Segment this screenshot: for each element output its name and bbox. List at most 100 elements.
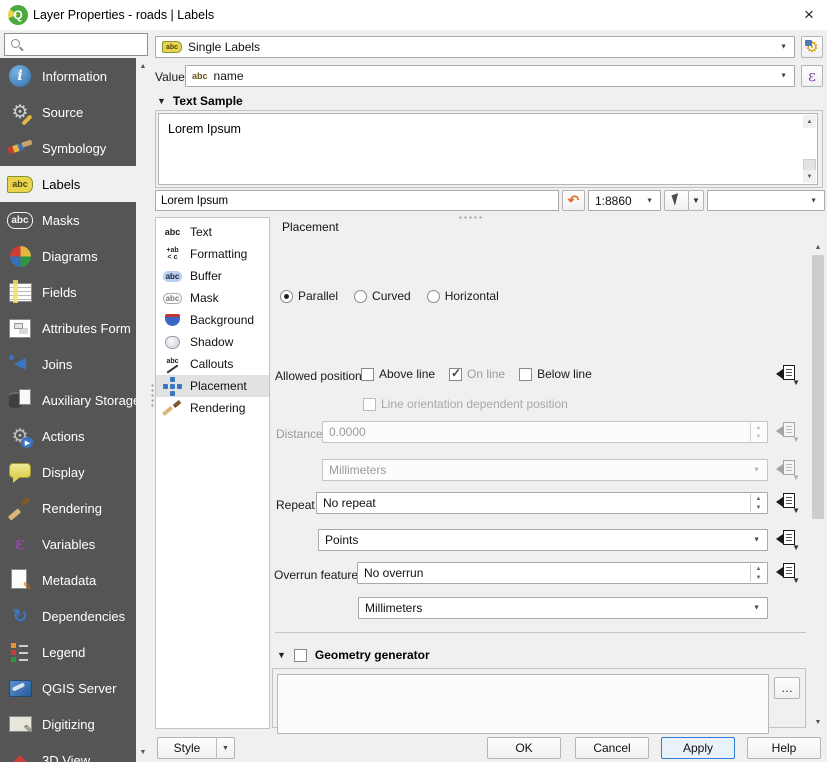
sidebar-item[interactable]: QGIS Server — [0, 670, 136, 706]
label-settings-tab[interactable]: Buffer — [156, 265, 269, 287]
placement-scrollbar[interactable]: ▲ ▼ — [811, 240, 825, 730]
data-defined-override-button[interactable]: ▼ — [775, 365, 800, 385]
sidebar-item[interactable]: Digitizing — [0, 706, 136, 742]
label-settings-tab[interactable]: Formatting — [156, 243, 269, 265]
scrollbar-thumb[interactable] — [812, 255, 824, 519]
preview-background-combo[interactable] — [707, 190, 825, 211]
sidebar-item-label: Legend — [42, 645, 85, 660]
orientation-radio[interactable]: Curved — [354, 289, 411, 303]
tab-rendering-icon — [160, 399, 185, 417]
orientation-radio[interactable]: Parallel — [280, 289, 338, 303]
sidebar-item[interactable]: Variables — [0, 526, 136, 562]
sidebar-item[interactable]: Diagrams — [0, 238, 136, 274]
scroll-up-icon[interactable]: ▲ — [811, 240, 825, 255]
overrun-spinbox[interactable]: No overrun ▲▼ — [357, 562, 768, 584]
geometry-expression-area[interactable] — [277, 674, 769, 734]
sidebar-item[interactable]: Information — [0, 58, 136, 94]
expression-builder-button[interactable]: ε — [801, 65, 823, 87]
scroll-down-icon[interactable]: ▼ — [803, 170, 816, 183]
sidebar-item-label: 3D View — [42, 753, 90, 762]
label-settings-tab[interactable]: Mask — [156, 287, 269, 309]
line-orientation-checkbox[interactable]: Line orientation dependent position — [363, 397, 568, 411]
scroll-down-icon[interactable]: ▼ — [811, 715, 825, 730]
sidebar-item[interactable]: Dependencies — [0, 598, 136, 634]
sidebar-scrollbar[interactable]: ▲ ▼ — [136, 58, 150, 762]
sidebar-item[interactable]: Metadata — [0, 562, 136, 598]
sidebar-item[interactable]: Joins — [0, 346, 136, 382]
geometry-generator-checkbox[interactable] — [294, 649, 307, 662]
text-sample-header[interactable]: ▼ Text Sample — [157, 94, 243, 108]
cancel-button[interactable]: Cancel — [575, 737, 649, 759]
orientation-radio-group: Parallel Curved Horizontal — [280, 289, 499, 303]
label-settings-tab[interactable]: Text — [156, 221, 269, 243]
sidebar-item[interactable]: 3D View — [0, 742, 136, 762]
label-settings-tab[interactable]: Placement — [156, 375, 269, 397]
map-settings-button[interactable] — [664, 190, 689, 211]
spinner-arrows[interactable]: ▲▼ — [750, 423, 766, 441]
text-sample-preview: Lorem Ipsum ▲ ▼ — [158, 113, 818, 185]
ok-button[interactable]: OK — [487, 737, 561, 759]
allowed-position-checkbox[interactable]: On line — [449, 367, 505, 381]
sidebar-item[interactable]: Masks — [0, 202, 136, 238]
search-input[interactable] — [25, 34, 145, 55]
tab-text-icon — [160, 223, 185, 241]
collapse-triangle-icon[interactable]: ▼ — [277, 650, 286, 660]
sidebar-item[interactable]: Rendering — [0, 490, 136, 526]
cursor-icon — [671, 193, 681, 206]
scroll-up-icon[interactable]: ▲ — [803, 115, 816, 128]
sidebar-item[interactable]: Display — [0, 454, 136, 490]
label-settings-tab[interactable]: Callouts — [156, 353, 269, 375]
qgis-logo-icon: Q — [8, 5, 28, 25]
value-field-combo[interactable]: abc name — [185, 65, 795, 87]
sidebar-item[interactable]: Attributes Form — [0, 310, 136, 346]
label-settings-tab[interactable]: Shadow — [156, 331, 269, 353]
preview-scale-combo[interactable]: 1:8860 — [588, 190, 661, 211]
tab-shadow-icon — [160, 333, 185, 351]
sidebar-item[interactable]: Labels — [0, 166, 136, 202]
map-settings-dropdown[interactable]: ▼ — [688, 190, 704, 211]
sidebar-item[interactable]: Legend — [0, 634, 136, 670]
sidebar-item[interactable]: Symbology — [0, 130, 136, 166]
label-mode-combo[interactable]: abc Single Labels — [155, 36, 795, 58]
label-mode-value: Single Labels — [188, 40, 260, 54]
help-button[interactable]: Help — [747, 737, 821, 759]
allowed-position-checkbox[interactable]: Below line — [519, 367, 592, 381]
scroll-up-icon[interactable]: ▲ — [136, 58, 150, 74]
qgis-server-icon — [7, 675, 33, 701]
data-defined-override-button[interactable]: ▼ — [775, 493, 800, 513]
distance-spinbox[interactable]: 0.0000 ▲▼ — [322, 421, 768, 443]
repeat-unit-combo[interactable]: Points — [318, 529, 768, 551]
spinner-arrows[interactable]: ▲▼ — [750, 564, 766, 582]
tab-mask-icon — [160, 289, 185, 307]
splitter-handle[interactable] — [458, 215, 484, 220]
apply-button[interactable]: Apply — [661, 737, 735, 759]
data-defined-override-button[interactable]: ▼ — [775, 530, 800, 550]
orientation-radio[interactable]: Horizontal — [427, 289, 499, 303]
sidebar-item[interactable]: Actions — [0, 418, 136, 454]
overrun-unit-combo[interactable]: Millimeters — [358, 597, 768, 619]
sidebar-item[interactable]: Source — [0, 94, 136, 130]
sidebar-item[interactable]: Auxiliary Storage — [0, 382, 136, 418]
label-settings-tab[interactable]: Rendering — [156, 397, 269, 419]
sidebar-item[interactable]: Fields — [0, 274, 136, 310]
distance-unit-combo[interactable]: Millimeters — [322, 459, 768, 481]
sample-text-input[interactable] — [155, 190, 559, 211]
reset-sample-button[interactable]: ↶ — [562, 190, 585, 211]
tab-label: Background — [190, 313, 254, 327]
repeat-spinbox[interactable]: No repeat ▲▼ — [316, 492, 768, 514]
automated-placement-settings-button[interactable] — [801, 36, 823, 58]
expression-more-button[interactable]: … — [774, 677, 800, 699]
tab-label: Formatting — [190, 247, 247, 261]
label-settings-tab[interactable]: Background — [156, 309, 269, 331]
tab-label: Mask — [190, 291, 219, 305]
dependencies-icon — [7, 603, 33, 629]
symbology-icon — [7, 135, 33, 161]
spinner-arrows[interactable]: ▲▼ — [750, 494, 766, 512]
style-menu-button[interactable]: Style ▼ — [157, 737, 235, 759]
allowed-position-checkbox[interactable]: Above line — [361, 367, 435, 381]
sidebar: Information Source Symbology Labels Mask… — [0, 58, 136, 762]
preview-scrollbar[interactable]: ▲ ▼ — [803, 115, 816, 183]
data-defined-override-button[interactable]: ▼ — [775, 563, 800, 583]
scroll-down-icon[interactable]: ▼ — [136, 744, 150, 760]
close-button[interactable]: × — [796, 3, 822, 27]
